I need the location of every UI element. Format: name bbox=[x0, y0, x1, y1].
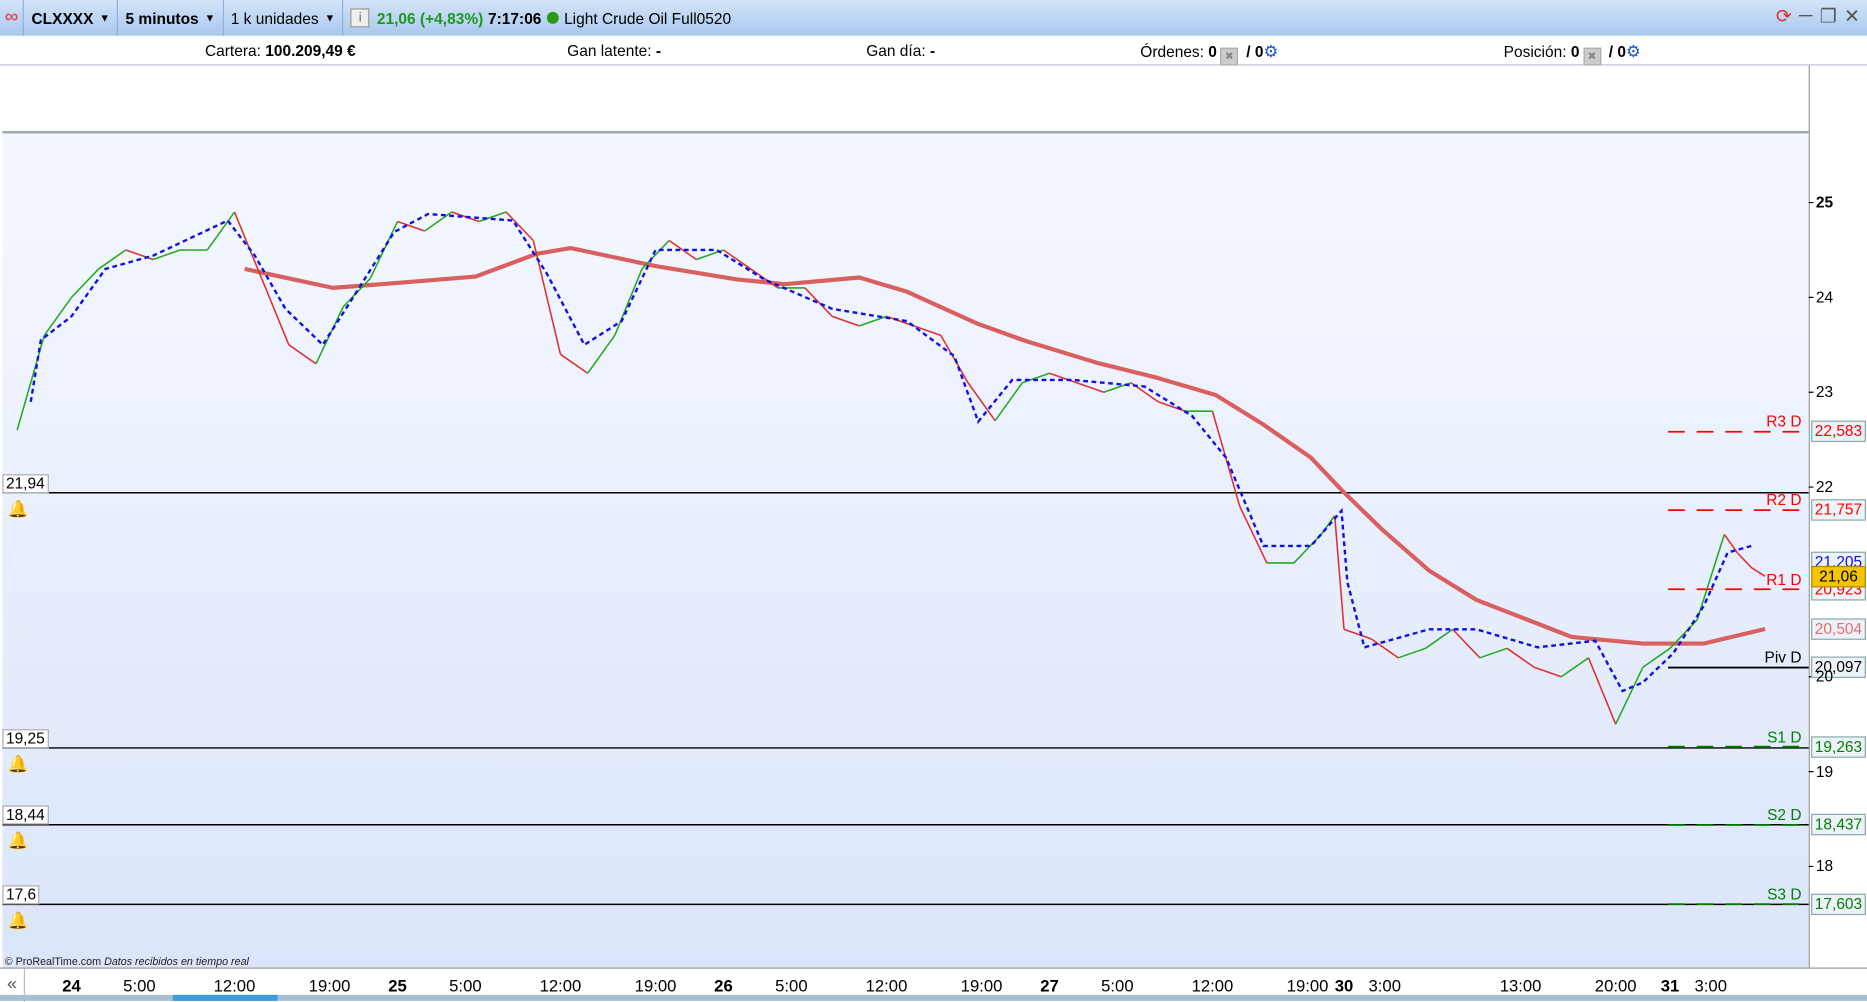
x-tick-label: 19:00 bbox=[960, 975, 1003, 995]
x-tick-label: 25 bbox=[388, 975, 407, 995]
x-tick-label: 12:00 bbox=[539, 975, 582, 995]
x-tick-label: 24 bbox=[62, 975, 81, 995]
x-tick-label: 19:00 bbox=[634, 975, 677, 995]
pivot-label: R1 D bbox=[1766, 570, 1802, 589]
price-segment bbox=[43, 296, 73, 336]
data-status: Datos recibidos en tiempo real bbox=[104, 955, 249, 968]
indicator-price-box: 20,504 bbox=[1811, 618, 1866, 640]
x-tick-label: 12:00 bbox=[865, 975, 908, 995]
price-segment bbox=[70, 268, 100, 298]
footer-note: © ProRealTime.com Datos recibidos en tie… bbox=[5, 956, 249, 968]
x-tick-label: 12:00 bbox=[1191, 975, 1234, 995]
x-tick-label: 3:00 bbox=[1368, 975, 1401, 995]
x-tick-label: 5:00 bbox=[1101, 975, 1134, 995]
pivot-price-box: 19,263 bbox=[1811, 735, 1866, 758]
price-segment bbox=[1452, 628, 1481, 659]
price-segment bbox=[1320, 515, 1336, 535]
x-tick-label: 19:00 bbox=[308, 975, 351, 995]
pivot-label: R3 D bbox=[1766, 412, 1802, 431]
x-tick-label: 19:00 bbox=[1286, 975, 1329, 995]
x-tick-label: 3:00 bbox=[1694, 975, 1727, 995]
price-segment bbox=[260, 278, 290, 346]
price-segment bbox=[1696, 534, 1726, 621]
x-tick-label: 26 bbox=[714, 975, 733, 995]
price-segment bbox=[532, 240, 562, 355]
x-tick-label: 31 bbox=[1660, 975, 1680, 995]
price-segment bbox=[859, 315, 887, 327]
price-segment bbox=[723, 249, 752, 270]
price-segment bbox=[206, 211, 236, 251]
price-segment bbox=[1343, 628, 1372, 640]
x-tick-label: 27 bbox=[1040, 975, 1059, 995]
price-segment bbox=[1560, 657, 1589, 678]
price-segment bbox=[804, 287, 833, 317]
pivot-price-box: 22,583 bbox=[1811, 421, 1866, 443]
price-segment bbox=[1049, 372, 1077, 384]
y-tick-label: 18 bbox=[1815, 856, 1834, 875]
y-tick-label: 19 bbox=[1815, 762, 1834, 780]
price-segment bbox=[560, 353, 589, 374]
copyright: © ProRealTime.com bbox=[4, 955, 102, 968]
y-tick-label: 24 bbox=[1815, 287, 1834, 306]
y-tick-label: 25 bbox=[1815, 193, 1834, 211]
x-tick-label: 5:00 bbox=[775, 975, 808, 995]
pivot-label: R2 D bbox=[1766, 491, 1802, 509]
price-segment bbox=[1238, 505, 1268, 564]
bell-icon[interactable]: 🔔 bbox=[7, 498, 28, 519]
price-segment bbox=[1076, 382, 1105, 393]
price-segment bbox=[1642, 647, 1671, 668]
alert-line-label: 18,44 bbox=[2, 805, 49, 825]
price-segment bbox=[750, 268, 779, 289]
x-tick-label: 5:00 bbox=[449, 975, 482, 995]
price-segment bbox=[831, 315, 860, 327]
price-segment bbox=[1425, 628, 1454, 649]
price-segment bbox=[614, 268, 643, 336]
moving-average-line bbox=[244, 245, 1766, 646]
alert-line-label: 19,25 bbox=[2, 728, 49, 748]
pivot-label: S2 D bbox=[1767, 805, 1802, 824]
price-segment bbox=[994, 382, 1023, 422]
x-tick-label: 5:00 bbox=[123, 975, 156, 995]
price-segment bbox=[288, 344, 317, 365]
price-segment bbox=[1398, 647, 1426, 659]
alert-line-label: 17,6 bbox=[2, 885, 40, 905]
bell-icon[interactable]: 🔔 bbox=[7, 753, 28, 774]
y-tick-label: 23 bbox=[1815, 382, 1834, 401]
price-segment bbox=[1333, 515, 1345, 630]
y-tick-label: 22 bbox=[1815, 477, 1834, 496]
bell-icon[interactable]: 🔔 bbox=[7, 909, 28, 930]
chart-window: ∞ CLXXXX ▼ 5 minutos ▼ 1 k unidades ▼ i 21,… bbox=[0, 0, 1867, 1002]
price-segment bbox=[1022, 372, 1050, 384]
current-price-box: 21,06 bbox=[1811, 565, 1866, 587]
price-segment bbox=[1737, 552, 1753, 569]
x-tick-label: 13:00 bbox=[1499, 975, 1542, 995]
pivot-label: S3 D bbox=[1767, 885, 1802, 903]
chart-plot bbox=[2, 201, 1814, 974]
pivot-label: S1 D bbox=[1767, 727, 1802, 746]
pivot-price-box: 18,437 bbox=[1811, 814, 1866, 836]
price-segment bbox=[505, 211, 534, 242]
price-segment bbox=[940, 334, 969, 384]
pivot-price-box: 21,757 bbox=[1811, 499, 1866, 521]
alert-line-label: 21,94 bbox=[2, 473, 49, 493]
price-segment bbox=[1479, 647, 1508, 659]
bell-icon[interactable]: 🔔 bbox=[7, 829, 28, 850]
x-tick-label: 20:00 bbox=[1594, 975, 1637, 995]
price-segment bbox=[1614, 666, 1644, 725]
price-segment bbox=[1293, 533, 1322, 564]
price-segment bbox=[1587, 657, 1617, 725]
pivot-price-box: 17,603 bbox=[1811, 893, 1866, 915]
price-segment bbox=[1506, 647, 1535, 668]
x-tick-label: 12:00 bbox=[213, 975, 256, 995]
x-tick-label: 30 bbox=[1334, 975, 1354, 995]
price-segment bbox=[1211, 410, 1241, 507]
price-segment bbox=[1533, 666, 1562, 678]
y-tick-label: 20 bbox=[1815, 667, 1834, 686]
price-segment bbox=[587, 334, 616, 374]
pivot-label: Piv D bbox=[1764, 648, 1802, 667]
